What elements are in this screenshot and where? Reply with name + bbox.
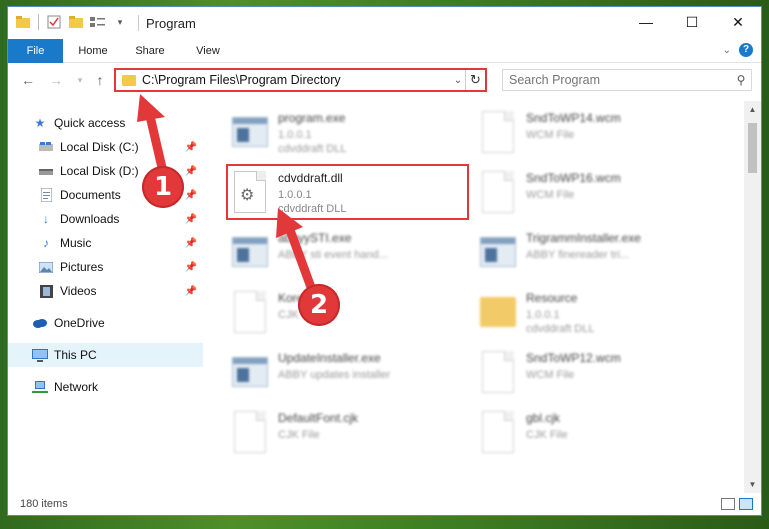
annotation-arrows <box>137 94 317 295</box>
step-two-badge: 2 <box>298 284 340 326</box>
step-one-badge: 1 <box>142 166 184 208</box>
